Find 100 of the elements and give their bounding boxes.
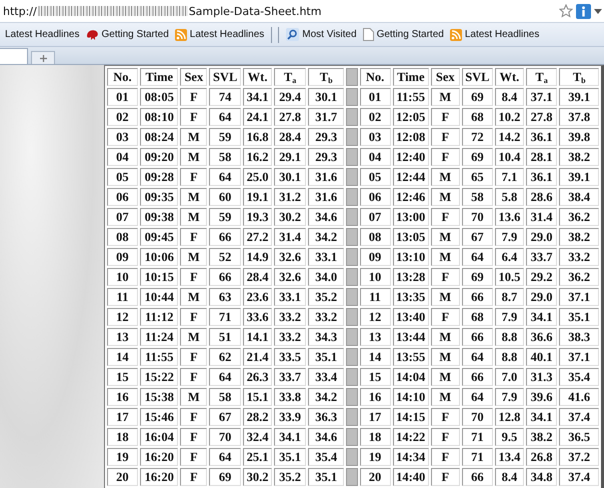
new-tab-button[interactable] [31,51,55,64]
table-cell: F [180,448,208,466]
table-cell: 30.2 [242,468,272,486]
table-cell: 05 [360,168,390,186]
table-cell: 33.8 [274,388,306,406]
url-text: http:// [3,4,37,18]
star-icon[interactable] [559,4,573,18]
table-cell: 30.2 [274,208,306,226]
table-cell: M [430,288,460,306]
column-header: Wt. [495,68,524,86]
table-cell: F [430,428,460,446]
table-cell: 07 [106,208,138,226]
dropdown-arrow-icon[interactable] [594,8,602,14]
table-cell: 10.5 [495,268,524,286]
table-cell: 09:35 [140,188,178,206]
browser-tab[interactable] [0,48,28,64]
table-cell: 7.9 [495,228,524,246]
table-cell: 36.1 [526,128,558,146]
table-cell: 13 [360,328,390,346]
table-cell: 11:12 [140,308,178,326]
rss-feed-icon [174,28,187,40]
table-cell: 09:38 [140,208,178,226]
table-cell: 58 [209,148,241,166]
table-cell: 66 [209,268,241,286]
table-cell: 08:24 [140,128,178,146]
bookmark-item[interactable]: Getting Started [362,27,445,42]
bookmark-item[interactable]: Most Visited [285,27,358,42]
table-cell: 35.2 [308,288,344,306]
table-cell: 8.4 [495,468,524,486]
table-cell: 16:20 [140,448,178,466]
table-cell: 02 [360,108,390,126]
table-cell: 11:24 [140,328,178,346]
table-cell: F [180,348,208,366]
table-cell: 27.8 [526,108,558,126]
table-cell: 25.1 [242,448,272,466]
table-cell: 71 [462,448,494,466]
column-header: SVL [462,68,494,86]
rss-feed-icon [450,28,462,40]
bookmark-item[interactable]: Latest Headlines [4,28,80,41]
table-cell: 8.8 [495,328,524,346]
table-cell: 10:06 [140,248,178,266]
column-header: No. [106,68,138,86]
table-cell: 12:46 [392,188,429,206]
table-cell: 14 [106,348,138,366]
table-cell: 71 [462,428,494,446]
column-header: No. [360,68,390,86]
table-cell: 67 [209,408,241,426]
table-cell: 33.1 [308,248,344,266]
table-cell: 14:22 [392,428,429,446]
table-cell: 13:05 [392,228,429,246]
table-cell: 14:10 [392,388,429,406]
column-header: Sex [180,68,208,86]
table-cell: 05 [106,168,138,186]
info-icon[interactable] [576,4,591,18]
table-cell: 12:44 [392,168,429,186]
table-cell: 09:28 [140,168,178,186]
table-cell: 36.2 [559,268,599,286]
table-cell: 7.9 [495,308,524,326]
table-cell: 03 [360,128,390,146]
table-cell: 11 [106,288,138,306]
table-cell: 7.9 [495,388,524,406]
table-cell: 12.8 [495,408,524,426]
table-cell: 25.0 [242,168,272,186]
bookmark-item[interactable]: Getting Started [84,28,170,42]
table-cell: 11:55 [392,88,429,106]
table-cell: 37.4 [559,408,599,426]
table-cell: F [430,148,460,166]
table-cell: F [180,268,208,286]
column-header: T$_{b}$ [559,68,599,86]
table-cell: 09:20 [140,148,178,166]
table-cell: 16.2 [242,148,272,166]
table-cell: 30.1 [308,88,344,106]
table-cell: 36.3 [308,408,344,426]
table-cell: 13:55 [392,348,429,366]
table-cell: 34.1 [242,88,272,106]
table-cell: 15 [106,368,138,386]
bookmark-item[interactable]: Latest Headlines [174,28,266,42]
table-cell: 10.2 [495,108,524,126]
table-cell: 31.4 [274,228,306,246]
table-cell: 63 [209,288,241,306]
table-cell: 32.6 [274,248,306,266]
table-cell: 8.7 [495,288,524,306]
table-cell: 28.6 [526,188,558,206]
table-cell: F [180,88,208,106]
table-cell: 35.1 [308,348,344,366]
table-cell: F [180,108,208,126]
table-cell: F [180,428,208,446]
table-cell: 13:00 [392,208,429,226]
table-cell: 69 [462,148,494,166]
table-cell: 9.5 [495,428,524,446]
page-icon [362,28,374,41]
table-cell: 58 [462,188,494,206]
table-cell: 06 [360,188,390,206]
table-cell: 36.1 [526,168,558,186]
table-cell: 26.3 [242,368,272,386]
table-cell: 64 [209,368,241,386]
bookmark-item[interactable]: Latest Headlines [448,28,540,42]
table-cell: 39.8 [559,128,599,146]
table-cell: 70 [209,428,241,446]
table-cell: M [430,368,460,386]
